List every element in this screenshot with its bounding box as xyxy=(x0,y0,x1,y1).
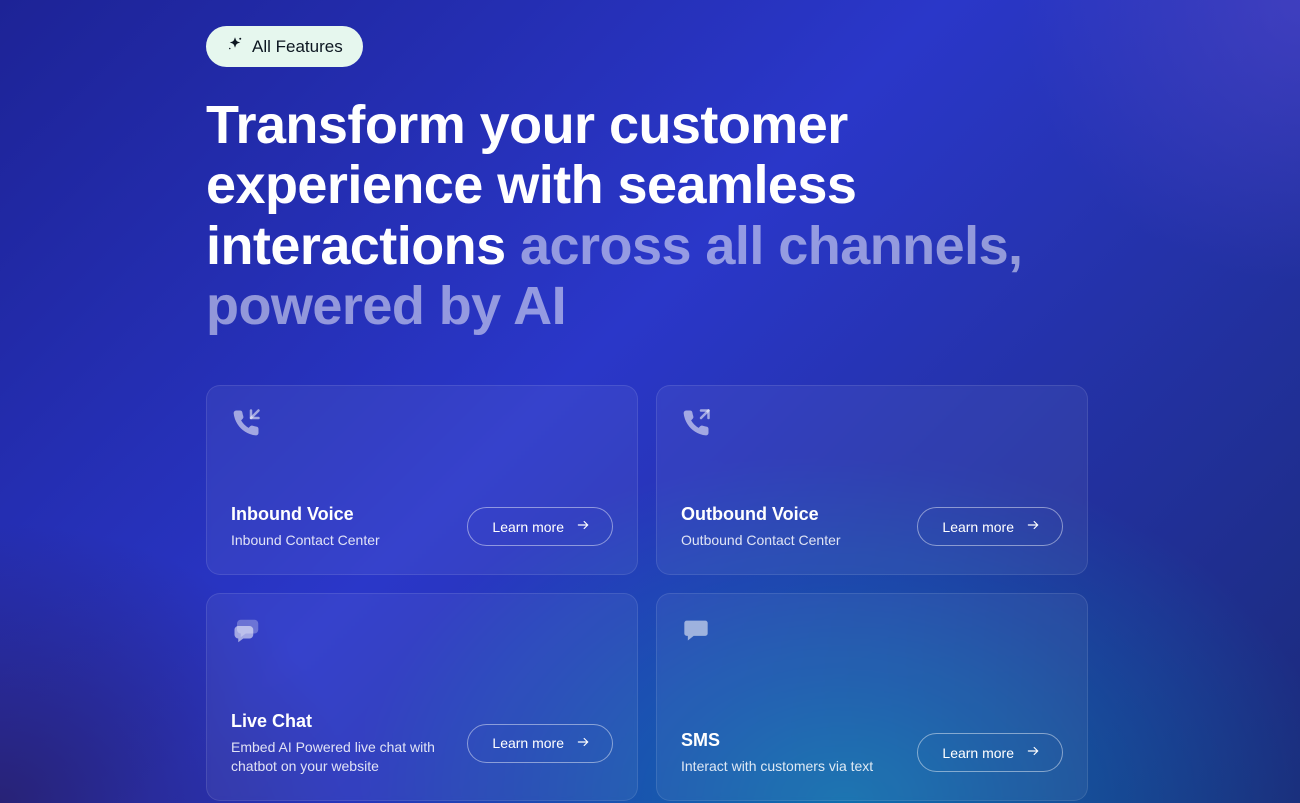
learn-more-button[interactable]: Learn more xyxy=(917,733,1063,772)
sparkle-icon xyxy=(226,35,244,58)
feature-grid: Inbound Voice Inbound Contact Center Lea… xyxy=(206,385,1088,801)
badge-label: All Features xyxy=(252,37,343,57)
phone-incoming-icon xyxy=(231,408,613,443)
learn-more-label: Learn more xyxy=(942,745,1014,761)
arrow-right-icon xyxy=(574,518,592,535)
feature-card-sms[interactable]: SMS Interact with customers via text Lea… xyxy=(656,593,1088,801)
arrow-right-icon xyxy=(1024,518,1042,535)
feature-card-live-chat[interactable]: Live Chat Embed AI Powered live chat wit… xyxy=(206,593,638,801)
learn-more-button[interactable]: Learn more xyxy=(467,507,613,546)
page-headline: Transform your customer experience with … xyxy=(206,95,1094,337)
arrow-right-icon xyxy=(574,735,592,752)
feature-card-outbound-voice[interactable]: Outbound Voice Outbound Contact Center L… xyxy=(656,385,1088,575)
card-subtitle: Interact with customers via text xyxy=(681,757,901,776)
feature-card-inbound-voice[interactable]: Inbound Voice Inbound Contact Center Lea… xyxy=(206,385,638,575)
card-title: Outbound Voice xyxy=(681,504,901,525)
arrow-right-icon xyxy=(1024,744,1042,761)
phone-outgoing-icon xyxy=(681,408,1063,443)
learn-more-button[interactable]: Learn more xyxy=(917,507,1063,546)
speech-bubble-icon xyxy=(681,616,1063,649)
card-subtitle: Outbound Contact Center xyxy=(681,531,901,550)
card-title: Live Chat xyxy=(231,711,451,732)
learn-more-button[interactable]: Learn more xyxy=(467,724,613,763)
card-title: SMS xyxy=(681,730,901,751)
card-title: Inbound Voice xyxy=(231,504,451,525)
all-features-badge[interactable]: All Features xyxy=(206,26,363,67)
card-subtitle: Embed AI Powered live chat with chatbot … xyxy=(231,738,451,776)
learn-more-label: Learn more xyxy=(492,735,564,751)
card-subtitle: Inbound Contact Center xyxy=(231,531,451,550)
learn-more-label: Learn more xyxy=(492,519,564,535)
learn-more-label: Learn more xyxy=(942,519,1014,535)
chat-bubbles-icon xyxy=(231,616,613,651)
